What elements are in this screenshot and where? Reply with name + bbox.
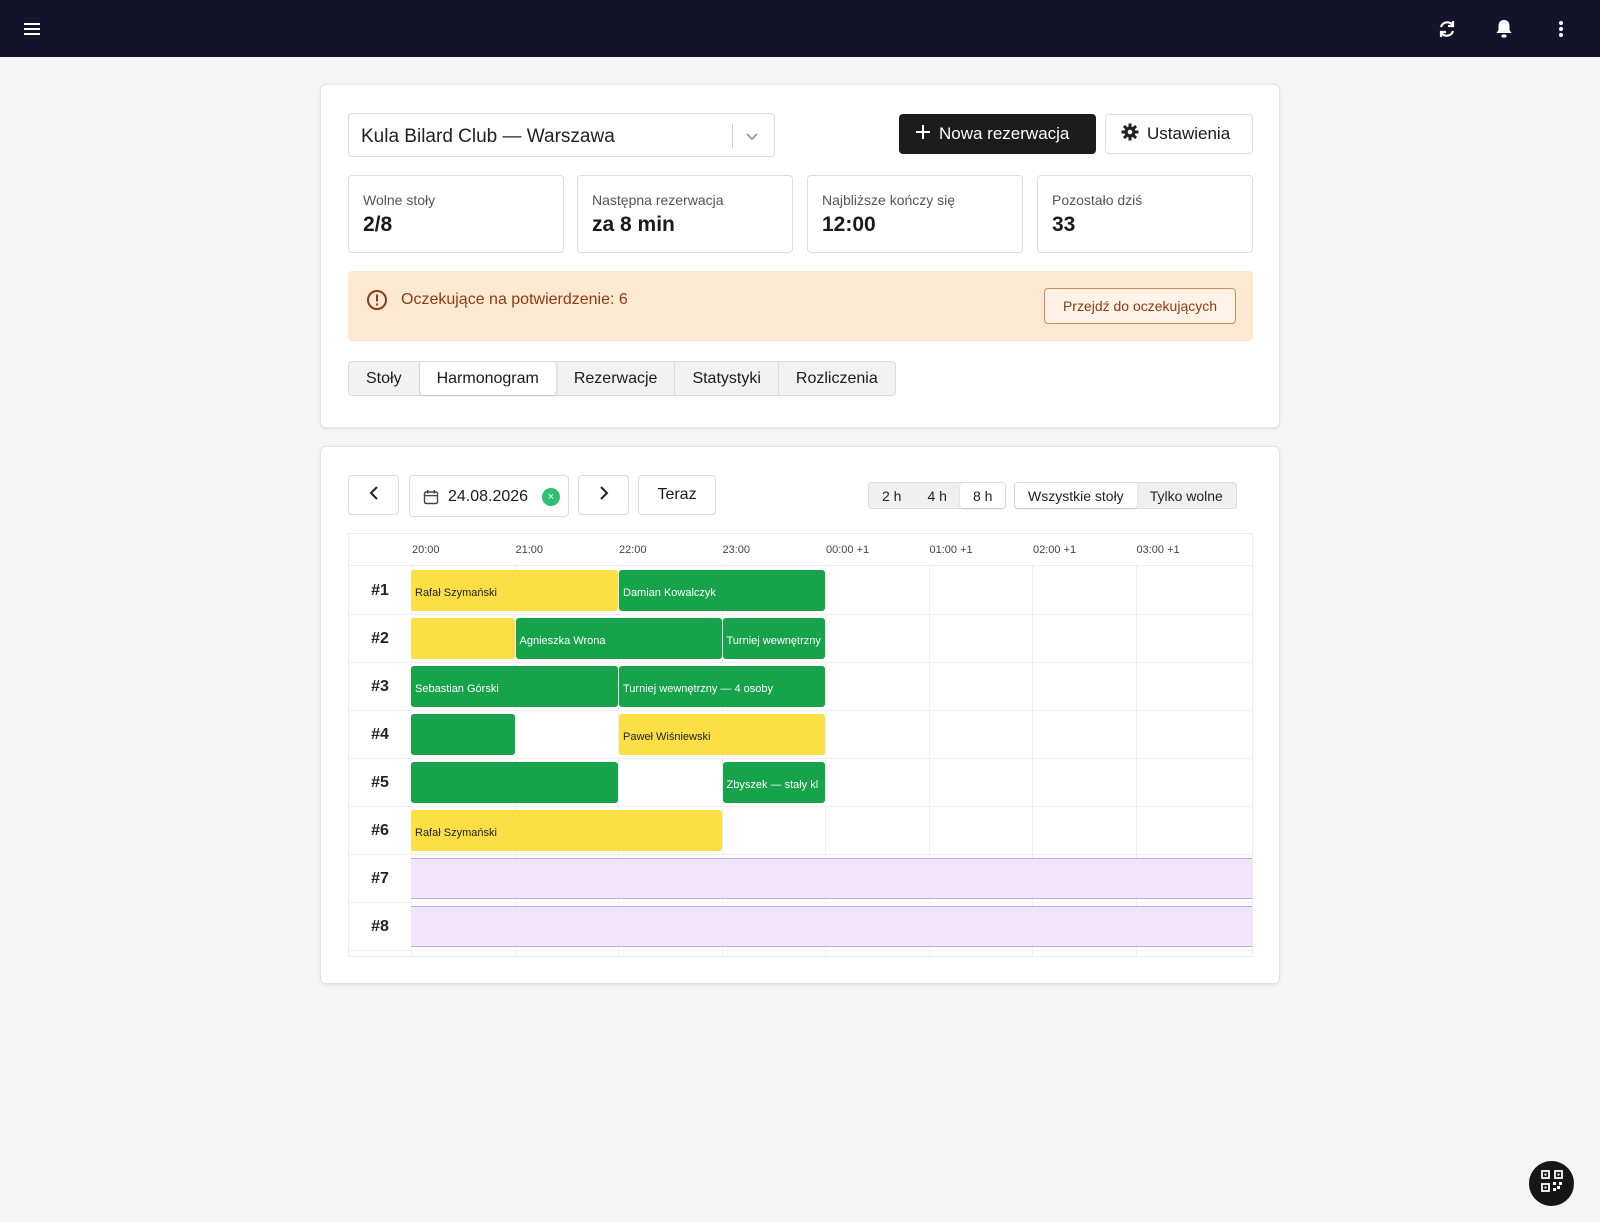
table-row: #3 Sebastian Górski Turniej wewnętrzny — 4… bbox=[349, 662, 1252, 711]
range-4h[interactable]: 4 h bbox=[914, 483, 959, 508]
table-label: #3 bbox=[371, 677, 389, 695]
date-picker[interactable]: 24.08.2026 × bbox=[409, 475, 569, 517]
table-row: #2 Agnieszka Wrona Turniej wewnętrzny bbox=[349, 614, 1252, 663]
hour-label: 00:00 +1 bbox=[826, 544, 870, 556]
stat-value: 12:00 bbox=[822, 213, 876, 236]
stat-nearest-end: Najbliższe kończy się 12:00 bbox=[807, 175, 1023, 253]
club-select[interactable]: Kula Bilard Club — Warszawa bbox=[348, 113, 775, 157]
reservation-block[interactable]: Damian Kowalczyk bbox=[619, 570, 825, 611]
reservation-block[interactable]: Turniej wewnętrzny — 4 osoby bbox=[619, 666, 825, 707]
chevron-right-icon bbox=[596, 485, 612, 506]
tab-reservations[interactable]: Rezerwacje bbox=[557, 362, 676, 395]
settings-button[interactable]: Ustawienia bbox=[1105, 114, 1253, 154]
table-row: #8 bbox=[349, 902, 1252, 951]
range-2h[interactable]: 2 h bbox=[869, 483, 914, 508]
tab-settlements[interactable]: Rozliczenia bbox=[779, 362, 895, 395]
chevron-left-icon bbox=[366, 485, 382, 506]
hour-label: 23:00 bbox=[722, 544, 751, 556]
stat-free-tables: Wolne stoły 2/8 bbox=[348, 175, 564, 253]
hour-label: 21:00 bbox=[515, 544, 544, 556]
refresh-icon[interactable] bbox=[1432, 14, 1462, 44]
settings-label: Ustawienia bbox=[1147, 124, 1231, 143]
table-row: #5 Zbyszek — stały kl bbox=[349, 758, 1252, 807]
reservation-block[interactable]: Zbyszek — stały kl bbox=[722, 762, 825, 803]
stat-remaining-today: Pozostało dziś 33 bbox=[1037, 175, 1253, 253]
alert-circle-icon bbox=[366, 289, 388, 311]
now-button[interactable]: Teraz bbox=[638, 475, 716, 515]
blocked-period bbox=[411, 906, 1252, 947]
plus-icon bbox=[915, 124, 931, 145]
reservation-block[interactable]: Agnieszka Wrona bbox=[515, 618, 722, 659]
range-8h[interactable]: 8 h bbox=[959, 483, 1006, 508]
hour-label: 01:00 +1 bbox=[929, 544, 973, 556]
bell-icon[interactable] bbox=[1489, 14, 1519, 44]
stat-value: 33 bbox=[1052, 213, 1076, 236]
main-tabs: Stoły Harmonogram Rezerwacje Statystyki … bbox=[348, 361, 896, 396]
reservation-block[interactable]: Turniej wewnętrzny bbox=[722, 618, 825, 659]
club-select-value: Kula Bilard Club — Warszawa bbox=[361, 126, 615, 147]
filter-all-tables[interactable]: Wszystkie stoły bbox=[1015, 483, 1137, 508]
tab-tables[interactable]: Stoły bbox=[349, 362, 420, 395]
gear-icon bbox=[1121, 123, 1139, 146]
reservation-block[interactable] bbox=[411, 618, 515, 659]
reservation-block[interactable]: Paweł Wiśniewski bbox=[619, 714, 825, 755]
range-toggle: 2 h 4 h 8 h bbox=[868, 482, 1007, 509]
calendar-icon bbox=[423, 489, 439, 505]
stat-value: za 8 min bbox=[592, 213, 675, 236]
reservation-block[interactable] bbox=[411, 714, 515, 755]
stat-label: Następna rezerwacja bbox=[592, 192, 724, 208]
hamburger-icon[interactable] bbox=[17, 14, 47, 44]
table-label: #7 bbox=[371, 869, 389, 887]
hour-label: 20:00 bbox=[412, 544, 440, 556]
pending-alert: Oczekujące na potwierdzenie: 6 Przejdź d… bbox=[348, 271, 1253, 341]
table-label: #6 bbox=[371, 821, 389, 839]
date-value: 24.08.2026 bbox=[448, 488, 529, 505]
previous-day-button[interactable] bbox=[348, 475, 399, 515]
table-label: #5 bbox=[371, 773, 389, 791]
stat-label: Pozostało dziś bbox=[1052, 192, 1143, 208]
reservation-block[interactable]: Sebastian Górski bbox=[411, 666, 618, 707]
hour-label: 03:00 +1 bbox=[1136, 544, 1180, 556]
go-to-pending-button[interactable]: Przejdź do oczekujących bbox=[1044, 288, 1236, 324]
table-filter-toggle: Wszystkie stoły Tylko wolne bbox=[1014, 482, 1237, 509]
qr-scan-button[interactable] bbox=[1529, 1161, 1574, 1206]
overview-card: Kula Bilard Club — Warszawa Nowa rezerwa… bbox=[320, 84, 1280, 428]
new-reservation-label: Nowa rezerwacja bbox=[939, 124, 1070, 143]
table-label: #1 bbox=[371, 581, 389, 599]
top-app-bar bbox=[0, 0, 1600, 57]
reservation-block[interactable]: Rafał Szymański bbox=[411, 570, 618, 611]
chevron-down-icon[interactable] bbox=[742, 126, 762, 146]
select-divider bbox=[732, 124, 733, 148]
table-row: #6 Rafał Szymański bbox=[349, 806, 1252, 855]
stat-value: 2/8 bbox=[363, 213, 393, 236]
stat-label: Wolne stoły bbox=[363, 192, 436, 208]
table-row: #4 Paweł Wiśniewski bbox=[349, 710, 1252, 759]
qr-code-icon bbox=[1540, 1169, 1564, 1198]
more-vertical-icon[interactable] bbox=[1546, 14, 1576, 44]
schedule-card: 24.08.2026 × Teraz 2 h 4 h 8 h Wszystkie… bbox=[320, 446, 1280, 984]
stat-label: Najbliższe kończy się bbox=[822, 192, 956, 208]
reservation-block[interactable]: Rafał Szymański bbox=[411, 810, 722, 851]
stat-next-reservation: Następna rezerwacja za 8 min bbox=[577, 175, 793, 253]
table-row: #1 Rafał Szymański Damian Kowalczyk bbox=[349, 566, 1252, 615]
table-label: #2 bbox=[371, 629, 389, 647]
tab-statistics[interactable]: Statystyki bbox=[675, 362, 779, 395]
schedule-grid: 20:00 21:00 22:00 23:00 00:00 +1 01:00 +1 02:0… bbox=[348, 533, 1253, 957]
new-reservation-button[interactable]: Nowa rezerwacja bbox=[899, 114, 1096, 154]
clear-date-icon[interactable]: × bbox=[542, 488, 560, 506]
table-label: #8 bbox=[371, 917, 389, 935]
blocked-period bbox=[411, 858, 1252, 899]
timeline-header: 20:00 21:00 22:00 23:00 00:00 +1 01:00 +1 02:0… bbox=[349, 534, 1252, 566]
reservation-block[interactable] bbox=[411, 762, 618, 803]
alert-text: Oczekujące na potwierdzenie: 6 bbox=[401, 291, 628, 308]
hour-label: 02:00 +1 bbox=[1033, 544, 1077, 556]
table-label: #4 bbox=[371, 725, 389, 743]
tab-schedule[interactable]: Harmonogram bbox=[419, 362, 557, 395]
hour-label: 22:00 bbox=[619, 544, 647, 556]
filter-free-only[interactable]: Tylko wolne bbox=[1137, 483, 1236, 508]
next-day-button[interactable] bbox=[578, 475, 629, 515]
table-row: #7 bbox=[349, 854, 1252, 903]
